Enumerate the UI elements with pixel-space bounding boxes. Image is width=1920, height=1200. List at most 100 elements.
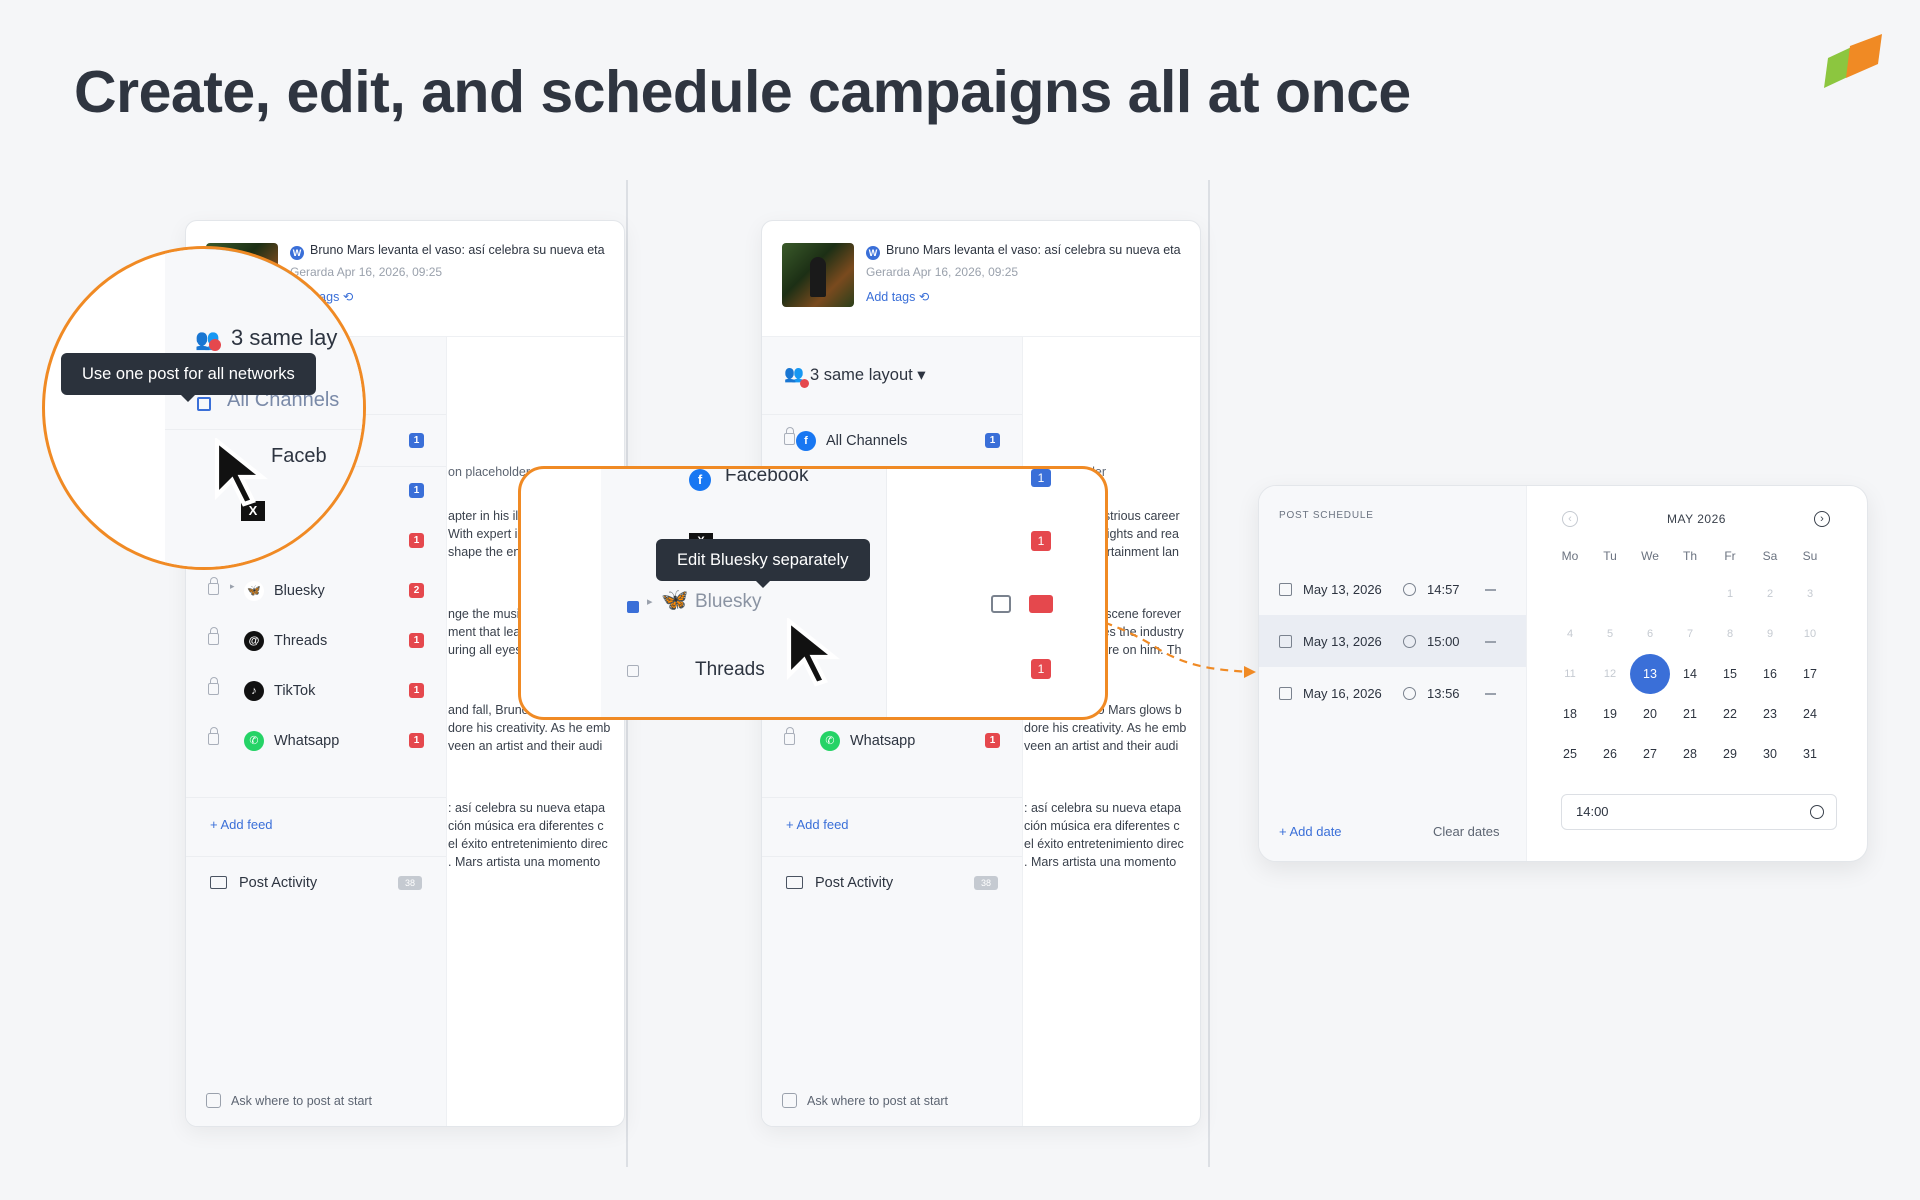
calendar-day[interactable]: 26 <box>1590 734 1630 774</box>
calendar-day[interactable]: 12 <box>1590 654 1630 694</box>
calendar-day[interactable]: 14 <box>1670 654 1710 694</box>
content-line: veen an artist and their audi <box>448 739 603 753</box>
calendar-day[interactable]: 3 <box>1790 574 1830 614</box>
post-content[interactable]: on placeholderapter in his illustrious c… <box>448 337 624 1126</box>
lock-icon[interactable] <box>208 727 219 745</box>
clear-dates-button[interactable]: Clear dates <box>1433 824 1499 839</box>
remove-icon[interactable] <box>1485 693 1496 695</box>
calendar-day[interactable]: 23 <box>1750 694 1790 734</box>
checkbox-icon[interactable] <box>782 1093 797 1108</box>
add-tags-button[interactable]: Add tags ⟲ <box>866 289 929 304</box>
calendar-day[interactable]: 18 <box>1550 694 1590 734</box>
lock-icon[interactable] <box>208 627 219 645</box>
calendar-day[interactable]: 5 <box>1590 614 1630 654</box>
weekday-label: Fr <box>1724 549 1736 563</box>
calendar-day[interactable]: 1 <box>1710 574 1750 614</box>
channel-row-threads[interactable]: @ Threads 1 <box>186 617 446 667</box>
calendar-day[interactable]: 30 <box>1750 734 1790 774</box>
layout-label[interactable]: 3 same lay <box>231 325 337 351</box>
calendar-day[interactable]: 15 <box>1710 654 1750 694</box>
schedule-date: May 16, 2026 <box>1303 686 1382 701</box>
facebook-label[interactable]: Faceb <box>271 445 327 468</box>
calendar-day[interactable]: 16 <box>1750 654 1790 694</box>
channel-row-bluesky[interactable]: ▸ 🦋 Bluesky 2 <box>186 567 446 617</box>
add-feed-button[interactable]: + Add feed <box>786 817 849 832</box>
add-date-button[interactable]: + Add date <box>1279 824 1342 839</box>
time-input[interactable]: 14:00 <box>1561 794 1837 830</box>
channel-count: 1 <box>409 433 424 448</box>
calendar-day[interactable]: 22 <box>1710 694 1750 734</box>
alert-dot <box>209 339 221 351</box>
channel-row-all-channels[interactable]: f All Channels 1 <box>762 417 1022 467</box>
content-line: dore his creativity. As he emb <box>448 721 611 735</box>
calendar-day[interactable]: 29 <box>1710 734 1750 774</box>
channel-count: 1 <box>985 733 1000 748</box>
calendar-icon[interactable] <box>991 595 1011 613</box>
bluesky-icon: 🦋 <box>661 587 689 612</box>
chevron-right-icon[interactable]: ▸ <box>230 581 235 592</box>
post-activity-link[interactable]: Post Activity 38 <box>210 875 422 891</box>
channel-name: TikTok <box>274 683 316 699</box>
lock-icon[interactable] <box>208 677 219 695</box>
threads-label[interactable]: Threads <box>695 659 765 681</box>
lock-icon[interactable] <box>784 427 795 445</box>
post-content[interactable]: on placeholderapter in his illustrious c… <box>1024 337 1200 1126</box>
calendar-day[interactable]: 7 <box>1670 614 1710 654</box>
content-line: : así celebra su nueva etapa <box>448 801 606 815</box>
facebook-label[interactable]: Facebook <box>725 469 808 487</box>
calendar-day[interactable]: 24 <box>1790 694 1830 734</box>
calendar-day[interactable]: 28 <box>1670 734 1710 774</box>
schedule-date: May 13, 2026 <box>1303 582 1382 597</box>
calendar-day[interactable]: 25 <box>1550 734 1590 774</box>
post-activity-link[interactable]: Post Activity 38 <box>786 875 998 891</box>
calendar-day[interactable]: 11 <box>1550 654 1590 694</box>
remove-icon[interactable] <box>1485 641 1496 643</box>
calendar-day[interactable]: 31 <box>1790 734 1830 774</box>
folder-icon <box>210 876 227 889</box>
channel-row-whatsapp[interactable]: ✆ Whatsapp 1 <box>186 717 446 767</box>
threads-icon: @ <box>244 631 264 651</box>
time-value: 14:00 <box>1576 804 1609 819</box>
checkbox-icon[interactable] <box>206 1093 221 1108</box>
month-label: MAY 2026 <box>1667 512 1726 526</box>
calendar-day[interactable]: 6 <box>1630 614 1670 654</box>
bluesky-label[interactable]: Bluesky <box>695 591 762 613</box>
schedule-row[interactable]: May 16, 2026 13:56 <box>1259 667 1526 719</box>
prev-month-icon[interactable]: ‹ <box>1562 511 1578 527</box>
schedule-row[interactable]: May 13, 2026 15:00 <box>1259 615 1526 667</box>
bluesky-count <box>1029 595 1053 613</box>
chevron-right-icon[interactable]: ▸ <box>647 595 653 608</box>
calendar-day[interactable]: 21 <box>1670 694 1710 734</box>
calendar-day[interactable]: 4 <box>1550 614 1590 654</box>
threads-lock-icon[interactable] <box>627 665 639 677</box>
ask-checkbox[interactable]: Ask where to post at start <box>782 1093 948 1108</box>
channel-name: Bluesky <box>274 583 325 599</box>
schedule-row[interactable]: May 13, 2026 14:57 <box>1259 563 1526 615</box>
lock-icon <box>621 469 641 489</box>
unlock-icon[interactable] <box>197 397 211 411</box>
add-feed-button[interactable]: + Add feed <box>210 817 273 832</box>
ask-checkbox[interactable]: Ask where to post at start <box>206 1093 372 1108</box>
clock-icon[interactable] <box>1810 805 1824 819</box>
tooltip-one-post: Use one post for all networks <box>61 353 316 402</box>
calendar-day[interactable]: 10 <box>1790 614 1830 654</box>
calendar-day[interactable]: 13 <box>1630 654 1670 694</box>
calendar-day[interactable]: 19 <box>1590 694 1630 734</box>
calendar-day[interactable]: 9 <box>1750 614 1790 654</box>
calendar-day[interactable]: 27 <box>1630 734 1670 774</box>
calendar-day[interactable]: 2 <box>1750 574 1790 614</box>
lock-icon[interactable] <box>784 727 795 745</box>
calendar-day[interactable]: 17 <box>1790 654 1830 694</box>
schedule-time: 14:57 <box>1427 582 1460 597</box>
lock-icon[interactable] <box>208 577 219 595</box>
weekday-label: Tu <box>1603 549 1617 563</box>
channel-row-tiktok[interactable]: ♪ TikTok 1 <box>186 667 446 717</box>
remove-icon[interactable] <box>1485 589 1496 591</box>
calendar-day[interactable]: 20 <box>1630 694 1670 734</box>
page-headline: Create, edit, and schedule campaigns all… <box>74 59 1411 125</box>
bluesky-lock-icon[interactable] <box>627 601 639 613</box>
layout-selector[interactable]: 👥 3 same layout ▾ <box>762 337 1022 415</box>
next-month-icon[interactable]: › <box>1814 511 1830 527</box>
channel-row-whatsapp[interactable]: ✆ Whatsapp 1 <box>762 717 1022 767</box>
calendar-day[interactable]: 8 <box>1710 614 1750 654</box>
